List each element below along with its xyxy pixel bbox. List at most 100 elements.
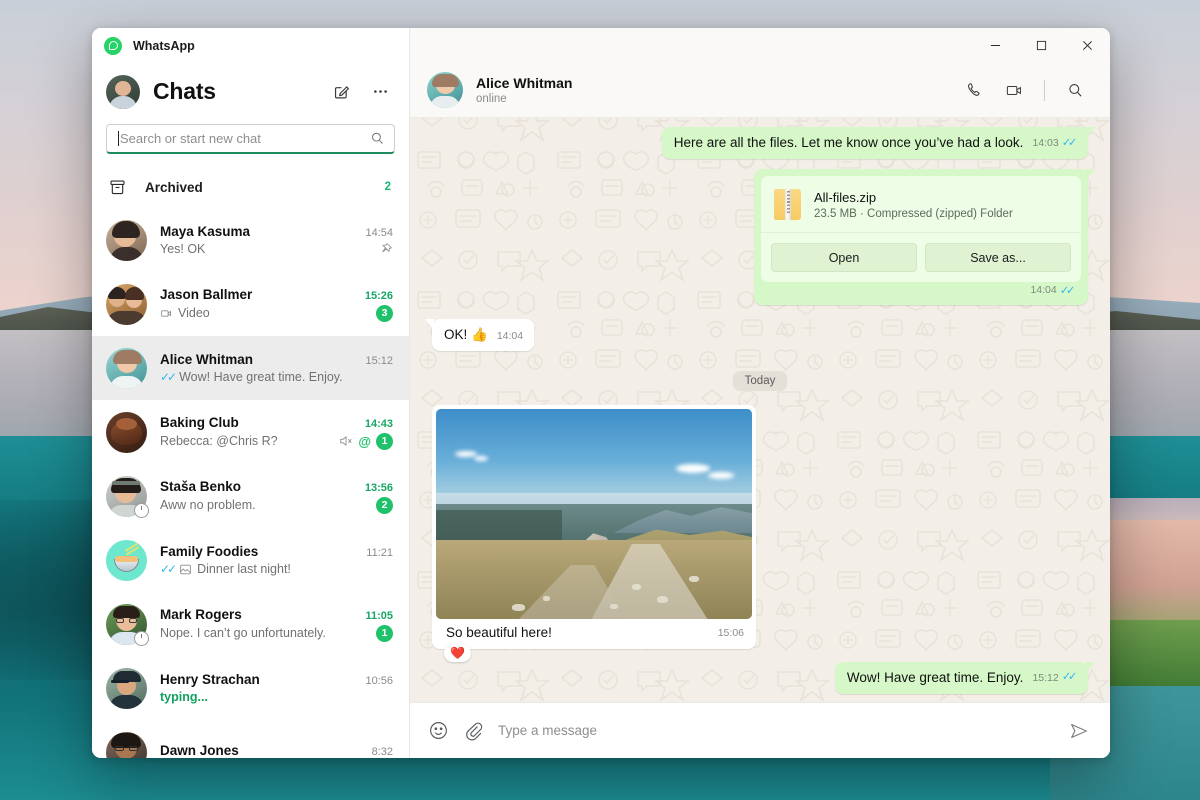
read-receipt-icon: ✓✓ <box>1061 136 1078 149</box>
chat-item-content: Mark Rogers 11:05 Nope. I can’t go unfor… <box>160 607 393 642</box>
date-divider: Today <box>432 371 1088 392</box>
read-receipt-icon: ✓✓ <box>1059 285 1076 298</box>
whatsapp-window: WhatsApp Chats Search or start new chat … <box>92 28 1110 758</box>
chat-preview: Dinner last night! <box>197 562 291 576</box>
video-camera-icon[interactable] <box>997 73 1031 107</box>
chat-list-item[interactable]: Dawn Jones 8:32 <box>92 720 409 758</box>
unread-badge: 2 <box>376 496 393 514</box>
open-file-button[interactable]: Open <box>771 243 917 273</box>
chat-item-content: Jason Ballmer 15:26 Video 3 <box>160 287 393 322</box>
message-meta: 14:04 <box>497 329 523 344</box>
file-attachment-card: All-files.zip 23.5 MB · Compressed (zipp… <box>761 176 1081 283</box>
chat-list-item[interactable]: Henry Strachan 10:56 typing... <box>92 656 409 720</box>
archive-box-icon <box>110 179 125 194</box>
message-text: OK! 👍 <box>444 327 488 343</box>
chat-time: 11:21 <box>366 547 393 559</box>
message-row: OK! 👍 14:04 <box>425 319 1088 352</box>
close-button[interactable] <box>1064 28 1110 63</box>
compose-icon[interactable] <box>328 79 354 105</box>
chat-name: Maya Kasuma <box>160 224 251 239</box>
read-receipt-icon: ✓✓ <box>1061 671 1078 684</box>
message-bubble-incoming[interactable]: OK! 👍 14:04 <box>425 319 535 352</box>
chat-list-item[interactable]: Jason Ballmer 15:26 Video 3 <box>92 272 409 336</box>
chat-time: 14:54 <box>365 227 393 239</box>
message-meta: 15:06 <box>718 627 744 640</box>
attachment-clip-icon[interactable] <box>463 720 484 741</box>
message-meta: 14:04 ✓✓ <box>1030 283 1075 298</box>
date-label: Today <box>732 371 788 392</box>
more-options-icon[interactable] <box>367 79 393 105</box>
message-bubble-outgoing[interactable]: Wow! Have great time. Enjoy. 15:12 ✓✓ <box>834 661 1095 694</box>
message-bubble-file[interactable]: All-files.zip 23.5 MB · Compressed (zipp… <box>754 169 1095 306</box>
chat-list-item[interactable]: Mark Rogers 11:05 Nope. I can’t go unfor… <box>92 592 409 656</box>
search-icon <box>372 132 383 144</box>
emoji-icon[interactable] <box>428 720 449 741</box>
chat-time: 15:26 <box>364 289 393 302</box>
unread-badge: 1 <box>376 432 393 450</box>
message-row: All-files.zip 23.5 MB · Compressed (zipp… <box>432 169 1095 306</box>
file-info: All-files.zip 23.5 MB · Compressed (zipp… <box>761 176 1081 232</box>
mute-icon <box>340 436 352 446</box>
contact-avatar[interactable] <box>427 72 463 108</box>
message-list[interactable]: Here are all the files. Let me know once… <box>410 118 1110 702</box>
maximize-button[interactable] <box>1018 28 1064 63</box>
window-titlebar <box>410 28 1110 63</box>
app-title: WhatsApp <box>133 38 195 53</box>
message-text: Wow! Have great time. Enjoy. <box>846 669 1024 685</box>
chat-item-content: Staša Benko 13:56 Aww no problem. 2 <box>160 479 393 514</box>
phone-icon[interactable] <box>957 73 991 107</box>
file-actions: Open Save as... <box>761 233 1081 282</box>
chat-name: Alice Whitman <box>160 352 254 367</box>
chat-list-item[interactable]: Baking Club 14:43 Rebecca: @Chris R? @1 <box>92 400 409 464</box>
chat-item-content: Henry Strachan 10:56 typing... <box>160 672 393 704</box>
chat-name: Henry Strachan <box>160 672 260 687</box>
sidebar: WhatsApp Chats Search or start new chat … <box>92 28 410 758</box>
chat-search-icon[interactable] <box>1058 73 1092 107</box>
chat-avatar <box>106 283 147 325</box>
mention-icon: @ <box>358 433 371 449</box>
file-name: All-files.zip <box>814 189 877 205</box>
my-profile-avatar[interactable] <box>106 74 140 109</box>
unread-badge: 1 <box>376 624 393 642</box>
image-caption: So beautiful here! <box>446 625 552 641</box>
message-row: So beautiful here! 15:06 ❤️ <box>432 405 1088 663</box>
chat-preview: Video <box>178 306 210 320</box>
chat-time: 11:05 <box>365 609 393 622</box>
contact-info: Alice Whitman online <box>476 75 572 105</box>
message-bubble-image[interactable]: So beautiful here! 15:06 ❤️ <box>432 405 756 663</box>
bubble-tail <box>1086 661 1095 673</box>
contact-status: online <box>476 93 507 105</box>
pin-icon <box>382 243 393 253</box>
photo-attachment[interactable] <box>436 409 752 620</box>
page-title: Chats <box>153 78 216 104</box>
bubble-tail <box>1086 127 1095 138</box>
sidebar-item-archived[interactable]: Archived 2 <box>92 166 409 208</box>
message-time: 14:04 <box>496 330 524 343</box>
chat-time: 10:56 <box>365 675 393 687</box>
chat-list-item[interactable]: Maya Kasuma 14:54 Yes! OK <box>92 208 409 272</box>
chat-list-item[interactable]: Staša Benko 13:56 Aww no problem. 2 <box>92 464 409 528</box>
minimize-button[interactable] <box>972 28 1018 63</box>
search-box[interactable] <box>106 124 395 154</box>
chat-list-item[interactable]: Family Foodies 11:21 ✓✓ Dinner last nigh… <box>92 528 409 592</box>
archived-label: Archived <box>145 179 203 195</box>
send-icon[interactable] <box>1068 720 1090 742</box>
message-text: Here are all the files. Let me know once… <box>673 135 1024 150</box>
search-container <box>92 120 409 166</box>
chat-avatar <box>106 411 147 453</box>
message-meta: 15:12 ✓✓ <box>1032 670 1077 687</box>
save-as-button[interactable]: Save as... <box>925 243 1071 273</box>
chat-avatar <box>106 603 149 646</box>
chat-preview: Rebecca: @Chris R? <box>160 434 278 448</box>
chat-list[interactable]: Maya Kasuma 14:54 Yes! OK Jason Ballmer … <box>92 208 409 758</box>
message-reaction[interactable]: ❤️ <box>444 644 471 663</box>
search-input[interactable] <box>120 131 370 146</box>
unread-badge: 3 <box>376 304 393 322</box>
chat-list-item[interactable]: Alice Whitman 15:12 ✓✓ Wow! Have great t… <box>92 336 409 400</box>
bubble-tail <box>1086 169 1095 181</box>
message-input[interactable] <box>498 723 1054 738</box>
message-time: 14:04 <box>1030 284 1057 297</box>
message-row: Here are all the files. Let me know once… <box>432 127 1095 160</box>
message-bubble-outgoing[interactable]: Here are all the files. Let me know once… <box>661 127 1095 160</box>
file-meta: 23.5 MB · Compressed (zipped) Folder <box>814 207 1013 220</box>
